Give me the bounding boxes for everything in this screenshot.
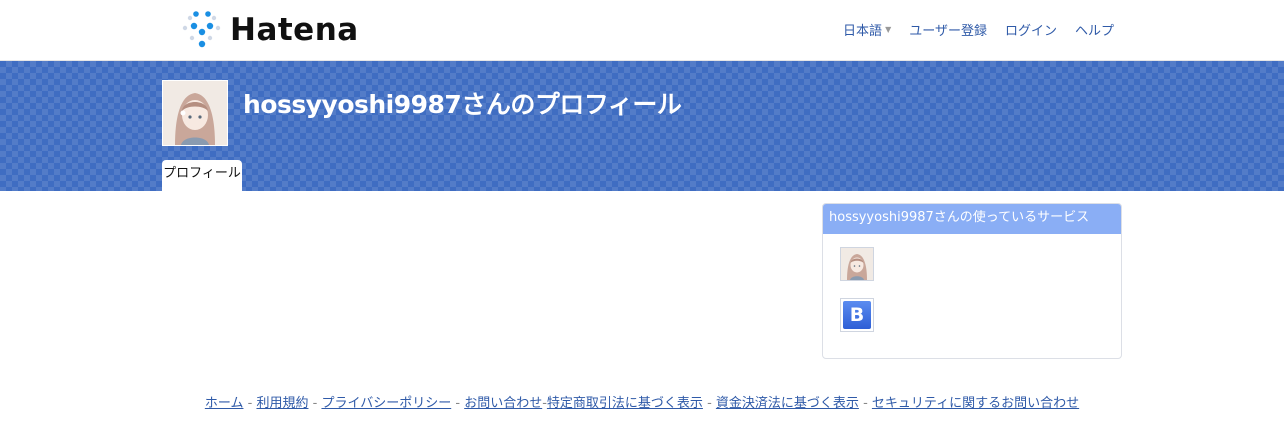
footer-link-commerce[interactable]: 特定商取引法に基づく表示 — [547, 396, 703, 411]
logo-text: Hatena — [230, 12, 359, 48]
chevron-down-icon: ▼ — [885, 25, 892, 34]
footer-separator: - — [247, 396, 253, 411]
top-nav: 日本語 ▼ ユーザー登録 ログイン ヘルプ — [825, 20, 1114, 39]
register-link[interactable]: ユーザー登録 — [909, 20, 987, 39]
footer-separator: - — [707, 396, 712, 411]
hatena-bookmark-icon: B — [843, 301, 871, 329]
language-selector[interactable]: 日本語 ▼ — [843, 20, 891, 39]
service-profile[interactable] — [840, 247, 874, 281]
profile-banner: hossyyoshi9987さんのプロフィール プロフィール — [0, 61, 1284, 191]
services-header: hossyyoshi9987さんの使っているサービス — [823, 204, 1121, 234]
language-label: 日本語 — [843, 24, 883, 39]
hatena-logo-icon — [180, 10, 224, 50]
hatena-logo[interactable]: Hatena — [180, 10, 359, 50]
footer-separator: - — [863, 396, 868, 411]
footer: ホーム - 利用規約 - プライバシーポリシー - お問い合わせ-特定商取引法に… — [0, 392, 1284, 411]
service-hatena-bookmark[interactable]: B — [840, 298, 874, 332]
tab-profile[interactable]: プロフィール — [162, 160, 242, 191]
footer-link-privacy[interactable]: プライバシーポリシー — [321, 396, 451, 411]
login-link[interactable]: ログイン — [1005, 20, 1057, 39]
avatar[interactable] — [162, 80, 228, 146]
services-panel: hossyyoshi9987さんの使っているサービス B — [822, 203, 1122, 359]
avatar-icon — [841, 248, 873, 280]
page-title: hossyyoshi9987さんのプロフィール — [243, 90, 682, 119]
footer-link-payment[interactable]: 資金決済法に基づく表示 — [716, 396, 859, 411]
footer-separator: - — [312, 396, 318, 411]
help-link[interactable]: ヘルプ — [1075, 20, 1114, 39]
footer-link-security[interactable]: セキュリティに関するお問い合わせ — [872, 396, 1079, 411]
footer-separator: - — [455, 396, 461, 411]
top-bar: Hatena 日本語 ▼ ユーザー登録 ログイン ヘルプ — [0, 0, 1284, 61]
footer-link-home[interactable]: ホーム — [205, 396, 244, 411]
footer-link-contact[interactable]: お問い合わせ — [464, 396, 542, 411]
footer-link-terms[interactable]: 利用規約 — [256, 396, 308, 411]
